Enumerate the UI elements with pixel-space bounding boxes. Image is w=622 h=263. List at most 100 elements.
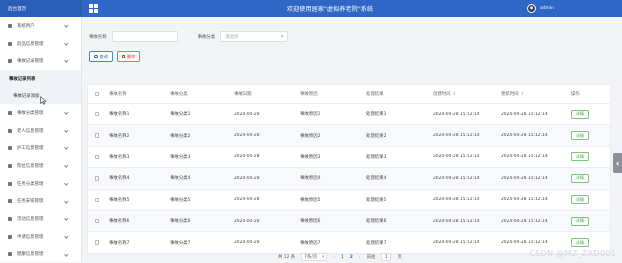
column-header-updated[interactable]: 更新时间 ⇕ — [501, 91, 571, 97]
table-cell: 2024-04-28 15:12:14 — [501, 197, 548, 203]
sidebar-item-group-2[interactable]: 护工信息管理 — [0, 139, 81, 157]
chevron-down-icon — [321, 254, 325, 259]
table-cell: 2024-04-28 — [234, 175, 260, 181]
detail-button[interactable]: 详情 — [571, 109, 589, 119]
menu-icon — [8, 181, 12, 186]
collapse-panel-handle[interactable] — [613, 153, 622, 173]
table-cell: 处理结果1 — [366, 112, 387, 118]
column-header-type: 事故分类 — [170, 92, 188, 97]
row-checkbox[interactable] — [94, 111, 100, 117]
accident-type-placeholder: 请选择 — [225, 34, 239, 40]
sidebar-item-label: 事故分类管理 — [17, 110, 44, 116]
goto-page-input[interactable]: 1 — [381, 253, 392, 261]
table-row: 事故名称3 事故分类3 2024-04-28 事故原因3 处理结果3 2024-04-28… — [88, 147, 610, 169]
select-all-checkbox[interactable] — [94, 91, 100, 97]
column-header-created[interactable]: 创建时间 ⇕ — [433, 91, 501, 97]
page-size-select[interactable]: 7条/页 — [301, 253, 328, 261]
user-menu[interactable]: admin — [526, 2, 554, 15]
sidebar-item-group-8[interactable]: 健康信息管理 — [0, 246, 81, 263]
sidebar-item-group-7[interactable]: 申请信息管理 — [0, 228, 81, 246]
sidebar-item-group-6[interactable]: 活动信息管理 — [0, 210, 81, 228]
next-page-button[interactable]: › — [359, 255, 361, 260]
page-title: 欢迎使用居家"虚拟养老院"系统 — [286, 6, 374, 13]
sort-icon[interactable]: ⇕ — [521, 92, 525, 97]
prev-page-button[interactable]: ‹ — [333, 255, 335, 260]
accident-name-input[interactable] — [111, 31, 178, 42]
table-cell: 2024-04-28 — [234, 240, 260, 246]
menu-icon — [8, 199, 12, 204]
chevron-down-icon — [280, 34, 284, 38]
sidebar-item-system-users[interactable]: 系统用户 — [0, 17, 81, 35]
sidebar-item-group-1[interactable]: 老人信息管理 — [0, 122, 81, 140]
table-cell: 事故名称1 — [109, 112, 130, 118]
sidebar-subitem-accident-add[interactable]: 事故记录添加 — [0, 87, 81, 105]
avatar[interactable] — [526, 4, 536, 13]
sidebar-subitem-accident-list[interactable]: 事故记录列表 — [0, 70, 81, 88]
sidebar-item-accident-records[interactable]: 事故记录管理 — [0, 52, 81, 70]
row-checkbox[interactable] — [94, 197, 100, 202]
sidebar-item-medicine[interactable]: 药品信息管理 — [0, 35, 81, 53]
brand-home-link[interactable]: 后台首页 — [0, 0, 82, 17]
table-cell: 2024-04-28 15:12:14 — [433, 240, 480, 246]
table-cell: 事故原因4 — [300, 176, 321, 182]
menu-icon — [8, 110, 12, 115]
column-header-reason: 事故原因 — [300, 92, 318, 97]
table-cell: 2024-04-28 15:12:14 — [501, 111, 548, 117]
table-cell: 2024-04-28 15:12:14 — [433, 111, 480, 117]
page-number-button[interactable]: 1 — [341, 255, 344, 260]
top-bar: 后台首页 欢迎使用居家"虚拟养老院"系统 admin — [0, 0, 622, 17]
sidebar-item-label: 任务安排管理 — [17, 199, 44, 205]
page-number-button[interactable]: 2 — [350, 255, 353, 260]
detail-button[interactable]: 详情 — [571, 195, 589, 205]
row-checkbox[interactable] — [94, 218, 100, 224]
search-button-label: 查询 — [99, 53, 108, 59]
table-row: 事故名称1 事故分类1 2024-04-28 事故原因1 处理结果1 2024-04-28… — [88, 104, 610, 126]
sidebar-item-group-4[interactable]: 任务分类管理 — [0, 175, 81, 193]
sidebar-subitem-label: 事故记录添加 — [13, 93, 40, 99]
column-header-actions: 操作 — [571, 92, 580, 97]
detail-button[interactable]: 详情 — [571, 238, 589, 248]
chevron-down-icon — [64, 145, 69, 150]
menu-icon — [8, 163, 12, 168]
row-checkbox[interactable] — [94, 240, 100, 245]
table-cell: 事故原因7 — [300, 240, 321, 246]
table-cell: 事故名称6 — [109, 219, 130, 225]
goto-page-unit: 页 — [397, 255, 402, 260]
accident-type-select[interactable]: 请选择 — [220, 31, 289, 42]
toolbar: 查询 删除 — [89, 51, 141, 62]
user-name[interactable]: admin — [540, 6, 554, 11]
detail-button[interactable]: 详情 — [571, 216, 589, 226]
sidebar-item-label: 护工信息管理 — [17, 146, 44, 152]
detail-button[interactable]: 详情 — [571, 131, 589, 141]
sidebar-item-group-0[interactable]: 事故分类管理 — [0, 104, 81, 122]
row-checkbox[interactable] — [94, 154, 100, 160]
accident-name-label: 事故名称 — [89, 34, 107, 40]
sidebar-item-group-5[interactable]: 任务安排管理 — [0, 193, 81, 211]
table-cell: 事故分类5 — [170, 197, 191, 203]
table-cell: 处理结果3 — [366, 154, 387, 160]
menu-icon — [8, 146, 12, 151]
detail-button[interactable]: 详情 — [571, 173, 589, 183]
sidebar-item-group-3[interactable]: 院位信息管理 — [0, 157, 81, 175]
table-cell: 2024-04-28 15:12:14 — [501, 175, 548, 181]
table-cell: 2024-04-28 — [234, 133, 260, 139]
menu-icon — [8, 217, 12, 222]
table-cell: 事故名称2 — [109, 133, 130, 139]
sidebar-item-label: 系统用户 — [17, 23, 35, 29]
menu-icon — [8, 234, 12, 239]
delete-button[interactable]: 删除 — [116, 51, 141, 62]
menu-icon — [8, 59, 12, 64]
table-cell: 事故原因5 — [300, 197, 321, 203]
menu-grid-icon[interactable] — [89, 4, 98, 13]
chevron-down-icon — [64, 181, 69, 185]
row-checkbox[interactable] — [94, 176, 100, 181]
pagination-total: 共 12 条 — [278, 255, 296, 260]
sort-icon[interactable]: ⇕ — [453, 92, 457, 97]
row-checkbox[interactable] — [94, 133, 100, 138]
table-cell: 处理结果7 — [366, 240, 387, 246]
accident-table: 事故名称 事故分类 事故日期 事故原因 处理结果 创建时间 ⇕ 更新时间 ⇕ 操作 … — [87, 84, 611, 255]
table-cell: 2024-04-28 15:12:14 — [433, 133, 480, 139]
detail-button[interactable]: 详情 — [571, 152, 589, 162]
table-cell: 处理结果4 — [366, 176, 387, 182]
search-button[interactable]: 查询 — [89, 51, 113, 62]
